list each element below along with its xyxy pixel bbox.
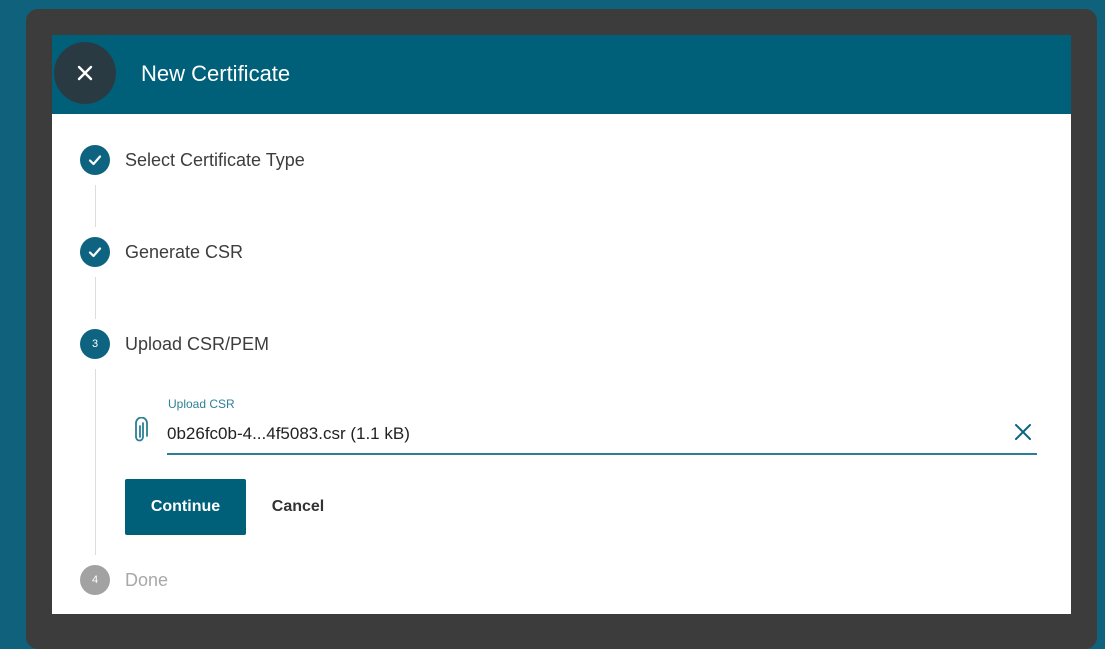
step-4-number: 4	[80, 565, 110, 595]
dialog-header: New Certificate	[52, 35, 1071, 114]
check-icon	[88, 155, 102, 166]
paperclip-icon[interactable]	[132, 416, 148, 445]
step-connector	[95, 369, 96, 555]
check-icon	[88, 247, 102, 258]
step-connector	[95, 185, 96, 227]
cancel-button[interactable]: Cancel	[252, 479, 344, 535]
step-3-number: 3	[80, 329, 110, 359]
step-1-complete-icon	[80, 145, 110, 175]
new-certificate-dialog: New Certificate Select Certificate Type …	[52, 35, 1071, 614]
upload-csr-input[interactable]	[167, 419, 1037, 455]
step-connector	[95, 277, 96, 319]
upload-csr-label: Upload CSR	[168, 397, 235, 411]
step-4-label: Done	[125, 570, 169, 590]
step-2-complete-icon	[80, 237, 110, 267]
clear-icon	[1015, 424, 1031, 440]
dialog-title: New Certificate	[141, 61, 291, 86]
step-3-label[interactable]: Upload CSR/PEM	[125, 333, 269, 355]
step-2-label[interactable]: Generate CSR	[125, 241, 243, 263]
close-button[interactable]	[54, 42, 116, 104]
continue-button[interactable]: Continue	[125, 479, 246, 535]
step-1-label[interactable]: Select Certificate Type	[125, 149, 305, 171]
close-icon	[77, 65, 93, 81]
clear-file-button[interactable]	[1010, 419, 1036, 445]
